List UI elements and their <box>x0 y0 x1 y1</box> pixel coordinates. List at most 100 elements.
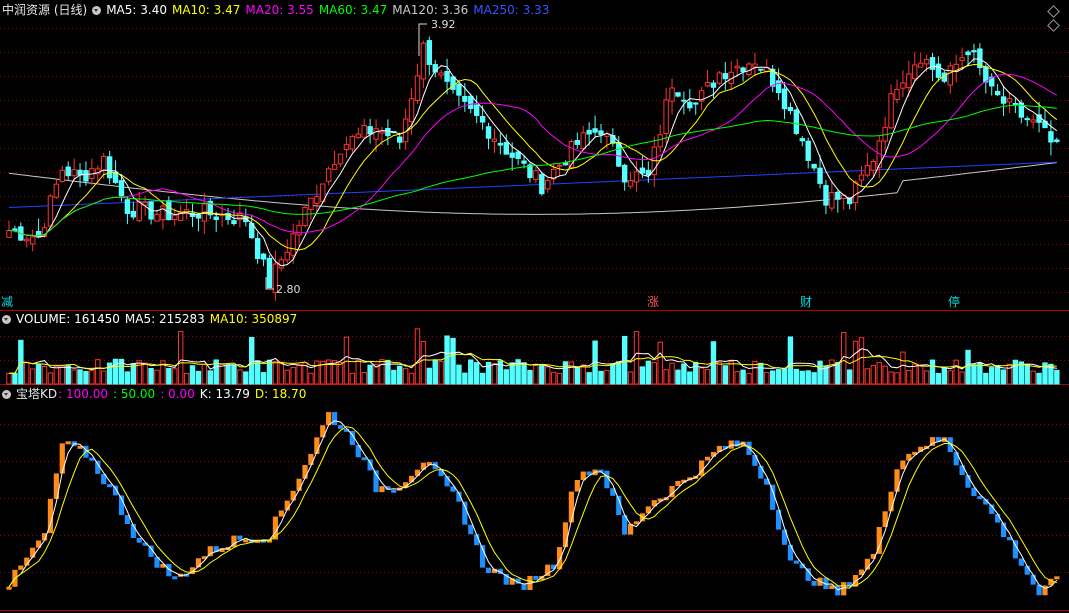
candle-body-50 <box>302 206 308 227</box>
candle-body-13 <box>83 170 89 182</box>
volume-bar-39 <box>237 369 243 385</box>
kd-block-133 <box>793 560 799 564</box>
kd-block-9 <box>59 443 65 474</box>
candle-body-17 <box>106 156 113 179</box>
volume-bar-167 <box>994 365 1001 385</box>
kd-label-1: : 50.00 <box>112 387 156 401</box>
volume-bar-123 <box>734 371 740 385</box>
candle-body-131 <box>781 88 788 110</box>
candle-body-154 <box>917 62 924 68</box>
candle-body-110 <box>657 134 663 148</box>
kd-block-51 <box>308 453 314 465</box>
volume-bar-27 <box>166 367 172 385</box>
candle-body-104 <box>621 164 628 183</box>
kd-block-167 <box>995 513 1001 523</box>
candle-body-115 <box>687 101 693 109</box>
volume-bar-134 <box>799 370 805 385</box>
candle-body-113 <box>675 92 681 97</box>
candle-body-86 <box>515 151 521 159</box>
kd-block-127 <box>758 465 764 479</box>
candle-body-145 <box>864 165 871 176</box>
kd-block-22 <box>136 538 142 543</box>
volume-bar-101 <box>604 370 610 385</box>
volume-bar-77 <box>462 372 468 385</box>
candle-body-157 <box>935 63 942 78</box>
ma-label-5: MA250: 3.33 <box>473 3 550 17</box>
volume-bar-11 <box>71 369 77 385</box>
volume-bar-47 <box>284 369 290 385</box>
candle-body-89 <box>533 170 539 181</box>
volume-bar-104 <box>621 335 628 385</box>
volume-bar-36 <box>219 363 225 385</box>
candle-body-143 <box>852 181 859 204</box>
kd-block-63 <box>379 486 385 493</box>
volume-bar-130 <box>775 369 782 385</box>
kd-block-46 <box>278 510 284 517</box>
stock-chart[interactable]: 3.92 2.80 <box>0 0 1069 613</box>
volume-bar-163 <box>971 364 977 385</box>
volume-bar-34 <box>207 370 213 385</box>
volume-bar-15 <box>95 359 101 385</box>
candle-body-98 <box>586 129 592 135</box>
candle-body-73 <box>438 72 444 76</box>
volume-bar-25 <box>154 369 160 385</box>
kd-block-87 <box>521 583 527 590</box>
ma-label-1: MA10: 3.47 <box>171 3 241 17</box>
kd-d-line <box>8 426 1057 588</box>
volume-bar-60 <box>361 371 367 385</box>
candle-body-62 <box>373 128 379 140</box>
volume-bar-155 <box>923 370 930 385</box>
candle-body-105 <box>627 180 634 187</box>
volume-bar-42 <box>254 360 261 385</box>
candle-body-83 <box>497 142 504 146</box>
candle-body-107 <box>639 167 646 174</box>
kd-block-170 <box>1012 540 1018 559</box>
volume-bar-84 <box>503 369 509 385</box>
volume-bar-74 <box>444 335 450 385</box>
volume-bar-6 <box>41 365 48 385</box>
volume-bar-13 <box>83 370 89 385</box>
candle-body-0 <box>6 230 12 238</box>
volume-bar-21 <box>130 363 137 385</box>
volume-bar-94 <box>562 361 569 385</box>
kd-block-151 <box>900 460 906 470</box>
candle-body-134 <box>799 138 805 142</box>
kd-block-2 <box>18 565 24 570</box>
kd-block-94 <box>562 522 569 548</box>
dropdown-icon[interactable] <box>92 6 102 15</box>
candle-body-91 <box>545 179 551 190</box>
volume-bar-129 <box>769 370 776 385</box>
volume-bar-52 <box>314 360 320 385</box>
volume-bar-111 <box>663 369 669 385</box>
volume-bar-28 <box>172 368 178 385</box>
candle-body-163 <box>971 50 977 53</box>
volume-label-2: MA10: 350897 <box>209 312 298 326</box>
candle-body-96 <box>574 139 581 145</box>
candle-body-60 <box>361 124 367 138</box>
kd-dropdown-icon[interactable] <box>2 390 11 399</box>
volume-bar-157 <box>935 373 942 385</box>
candle-body-139 <box>829 192 835 209</box>
volume-bar-140 <box>835 361 841 385</box>
candle-body-44 <box>266 257 273 289</box>
candle-body-169 <box>1006 98 1013 103</box>
candle-body-16 <box>101 155 107 171</box>
volume-bar-85 <box>509 362 515 385</box>
candle-body-124 <box>740 67 746 73</box>
ma-label-3: MA60: 3.47 <box>318 3 388 17</box>
candle-body-103 <box>616 142 622 167</box>
volume-bar-70 <box>420 341 427 385</box>
candle-body-58 <box>349 135 356 150</box>
candle-body-167 <box>994 90 1001 96</box>
kd-block-60 <box>361 457 367 461</box>
volume-dropdown-icon[interactable] <box>2 315 11 324</box>
volume-bar-12 <box>77 369 83 385</box>
candle-body-159 <box>947 65 953 86</box>
volume-bar-102 <box>610 363 616 385</box>
volume-bar-92 <box>550 371 557 385</box>
volume-bar-88 <box>527 369 533 385</box>
kd-block-81 <box>485 567 492 574</box>
volume-bar-145 <box>864 368 871 385</box>
volume-bar-161 <box>959 371 965 385</box>
candle-body-97 <box>580 132 586 150</box>
